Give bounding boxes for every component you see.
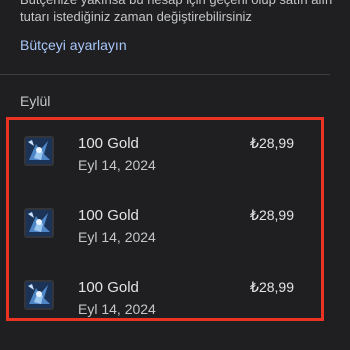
game-item-icon	[24, 208, 54, 238]
budget-info-text: Bütçenize yakınsa bu hesap için geçerli …	[20, 0, 340, 25]
budget-info-line-1: Bütçenize yakınsa bu hesap için geçerli …	[20, 0, 340, 8]
month-header: Eylül	[20, 93, 51, 109]
transaction-row[interactable]: 100 Gold Eyl 14, 2024 ₺28,99	[0, 128, 350, 188]
transaction-date: Eyl 14, 2024	[78, 301, 156, 317]
transaction-title: 100 Gold	[78, 207, 139, 224]
purchase-history-screen: Bütçenize yakınsa bu hesap için geçerli …	[0, 0, 350, 350]
game-item-icon	[24, 136, 54, 166]
transaction-date: Eyl 14, 2024	[78, 229, 156, 245]
section-divider	[0, 74, 330, 75]
set-budget-link[interactable]: Bütçeyi ayarlayın	[20, 37, 127, 53]
transaction-price: ₺28,99	[250, 135, 294, 151]
transaction-title: 100 Gold	[78, 279, 139, 296]
game-item-icon	[24, 280, 54, 310]
transaction-row[interactable]: 100 Gold Eyl 14, 2024 ₺28,99	[0, 200, 350, 260]
transaction-date: Eyl 14, 2024	[78, 157, 156, 173]
transaction-title: 100 Gold	[78, 135, 139, 152]
transaction-row[interactable]: 100 Gold Eyl 14, 2024 ₺28,99	[0, 272, 350, 332]
budget-info-line-2: tutarı istediğiniz zaman değiştirebilirs…	[20, 9, 252, 24]
transaction-price: ₺28,99	[250, 207, 294, 223]
transaction-price: ₺28,99	[250, 279, 294, 295]
